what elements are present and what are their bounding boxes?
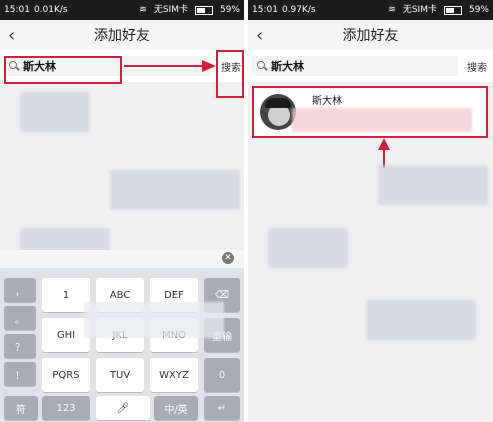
annotation-box-button <box>216 50 244 98</box>
key-question[interactable]: ？ <box>4 334 36 358</box>
status-right-group: ≋ 无SIM卡 59% <box>384 0 489 20</box>
annotation-arrow <box>378 138 390 168</box>
space-mic-icon[interactable]: 🎤︎ <box>96 396 150 420</box>
avatar <box>260 94 296 130</box>
status-bar: 15:01 0.01K/s ≋ 无SIM卡 59% <box>0 0 244 20</box>
blurred-content <box>268 228 348 268</box>
status-time: 15:01 <box>4 5 30 15</box>
key-0[interactable]: 0 <box>204 358 240 392</box>
status-right-group: ≋ 无SIM卡 59% <box>135 0 240 20</box>
back-icon[interactable]: ‹ <box>256 25 263 46</box>
sim-label: 无SIM卡 <box>402 5 437 15</box>
key-ghi[interactable]: GHI <box>42 318 90 352</box>
status-speed: 0.01K/s <box>33 5 68 15</box>
enter-icon[interactable]: ↵ <box>204 396 240 420</box>
candidate-bar: ✕ <box>0 250 244 268</box>
search-button[interactable]: 搜索 <box>467 59 487 74</box>
wifi-icon: ≋ <box>388 5 396 15</box>
search-input[interactable]: 斯大林 <box>252 56 458 76</box>
blurred-content <box>378 165 488 205</box>
annotation-arrow <box>124 60 216 72</box>
annotation-box-input <box>4 56 122 84</box>
status-time: 15:01 <box>252 5 278 15</box>
key-exclaim[interactable]: ！ <box>4 362 36 386</box>
key-tuv[interactable]: TUV <box>96 358 144 392</box>
sim-label: 无SIM卡 <box>153 5 188 15</box>
search-bar: 斯大林 搜索 <box>248 50 493 82</box>
battery-icon <box>194 5 213 15</box>
search-result-item[interactable]: 斯大林 <box>252 86 488 138</box>
key-wxyz[interactable]: WXYZ <box>150 358 198 392</box>
nav-bar: ‹ 添加好友 <box>0 20 244 50</box>
search-value: 斯大林 <box>271 60 304 73</box>
clear-icon[interactable]: ✕ <box>222 252 234 264</box>
battery-percent: 59% <box>468 5 489 15</box>
key-pqrs[interactable]: PQRS <box>42 358 90 392</box>
key-symbol[interactable]: 符 <box>4 396 38 420</box>
page-title: 添加好友 <box>94 28 150 44</box>
blurred-content <box>366 300 476 340</box>
battery-percent: 59% <box>219 5 240 15</box>
back-icon[interactable]: ‹ <box>8 25 15 46</box>
left-screenshot: 15:01 0.01K/s ≋ 无SIM卡 59% ‹ 添加好友 斯大林 搜索 … <box>0 0 244 422</box>
right-screenshot: 15:01 0.97K/s ≋ 无SIM卡 59% ‹ 添加好友 斯大林 搜索 … <box>248 0 493 422</box>
search-icon <box>257 61 267 71</box>
key-cn-en[interactable]: 中/英 <box>154 396 198 420</box>
blurred-content <box>84 302 224 338</box>
key-comma[interactable]: ， <box>4 278 36 302</box>
keyboard: ， 1 ABC DEF ⌫ 。 GHI JKL MNO 重输 ？ ！ PQRS … <box>0 268 244 422</box>
status-bar: 15:01 0.97K/s ≋ 无SIM卡 59% <box>248 0 493 20</box>
blurred-content <box>20 92 90 132</box>
key-period[interactable]: 。 <box>4 306 36 330</box>
page-title: 添加好友 <box>342 28 399 44</box>
nav-bar: ‹ 添加好友 <box>248 20 493 50</box>
key-1[interactable]: 1 <box>42 278 90 312</box>
blurred-content <box>292 108 472 132</box>
status-speed: 0.97K/s <box>281 5 316 15</box>
wifi-icon: ≋ <box>139 5 147 15</box>
key-123[interactable]: 123 <box>42 396 90 420</box>
battery-icon <box>443 5 462 15</box>
blurred-content <box>110 170 240 210</box>
result-name: 斯大林 <box>312 96 342 107</box>
